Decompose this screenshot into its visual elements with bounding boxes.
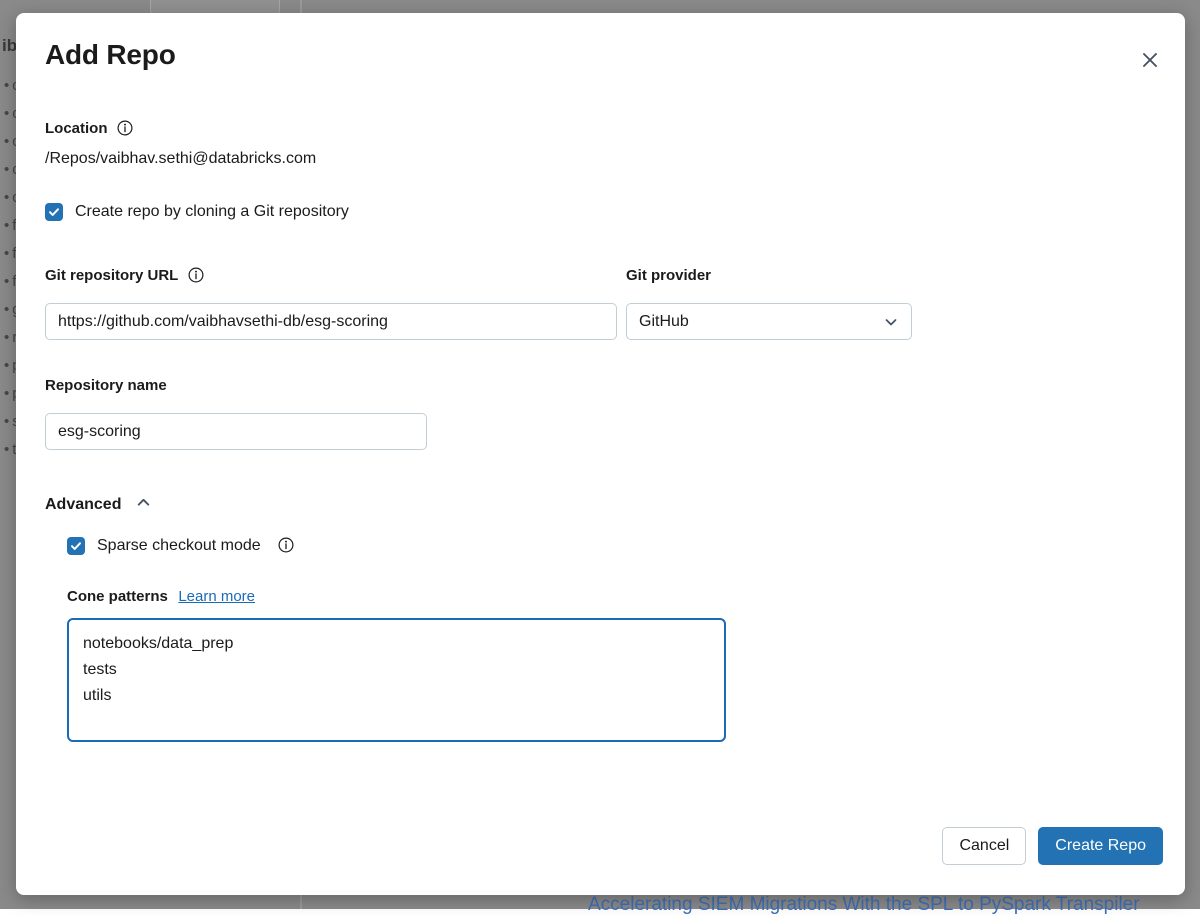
advanced-label: Advanced (45, 496, 121, 514)
clone-repo-checkbox-label[interactable]: Create repo by cloning a Git repository (75, 203, 349, 221)
git-provider-label: Git provider (626, 267, 711, 284)
git-provider-field-label-row: Git provider (626, 267, 711, 285)
cone-patterns-textarea[interactable] (67, 618, 726, 742)
cancel-button[interactable]: Cancel (942, 827, 1026, 865)
cone-patterns-learn-more-link[interactable]: Learn more (178, 588, 255, 605)
dialog-footer: Cancel Create Repo (16, 827, 1185, 865)
git-provider-select[interactable]: GitHub (626, 303, 912, 340)
info-icon[interactable] (278, 537, 294, 553)
background-sidebar-title: ib (2, 36, 17, 56)
close-icon[interactable] (1135, 45, 1165, 75)
info-icon[interactable] (188, 267, 204, 283)
repository-name-label-row: Repository name (45, 377, 167, 395)
chevron-down-icon (883, 314, 899, 330)
add-repo-dialog: Add Repo Location /Repos/vaibhav.sethi@d… (16, 13, 1185, 895)
repository-name-input[interactable] (45, 413, 427, 450)
git-url-label: Git repository URL (45, 267, 178, 284)
repository-name-label: Repository name (45, 377, 167, 394)
location-label: Location (45, 120, 108, 137)
cone-patterns-label: Cone patterns (67, 588, 168, 605)
dialog-title: Add Repo (45, 39, 176, 71)
git-provider-select-box[interactable]: GitHub (626, 303, 912, 340)
location-value: /Repos/vaibhav.sethi@databricks.com (45, 150, 316, 168)
clone-repo-checkbox-row[interactable]: Create repo by cloning a Git repository (45, 203, 349, 221)
git-url-field-label-row: Git repository URL (45, 267, 204, 285)
create-repo-button[interactable]: Create Repo (1038, 827, 1163, 865)
info-icon[interactable] (117, 120, 133, 136)
git-url-input[interactable] (45, 303, 617, 340)
git-provider-selected-value: GitHub (639, 313, 689, 331)
sparse-checkout-checkbox-label[interactable]: Sparse checkout mode (97, 537, 261, 555)
advanced-section-toggle[interactable]: Advanced (45, 494, 152, 516)
sparse-checkout-checkbox[interactable] (67, 537, 85, 555)
clone-repo-checkbox[interactable] (45, 203, 63, 221)
chevron-up-icon (135, 494, 152, 516)
background-article-link[interactable]: Accelerating SIEM Migrations With the SP… (588, 894, 1140, 916)
sparse-checkout-checkbox-row[interactable]: Sparse checkout mode (67, 537, 294, 555)
location-field: Location (45, 120, 133, 138)
cone-patterns-label-row: Cone patterns Learn more (67, 588, 255, 606)
